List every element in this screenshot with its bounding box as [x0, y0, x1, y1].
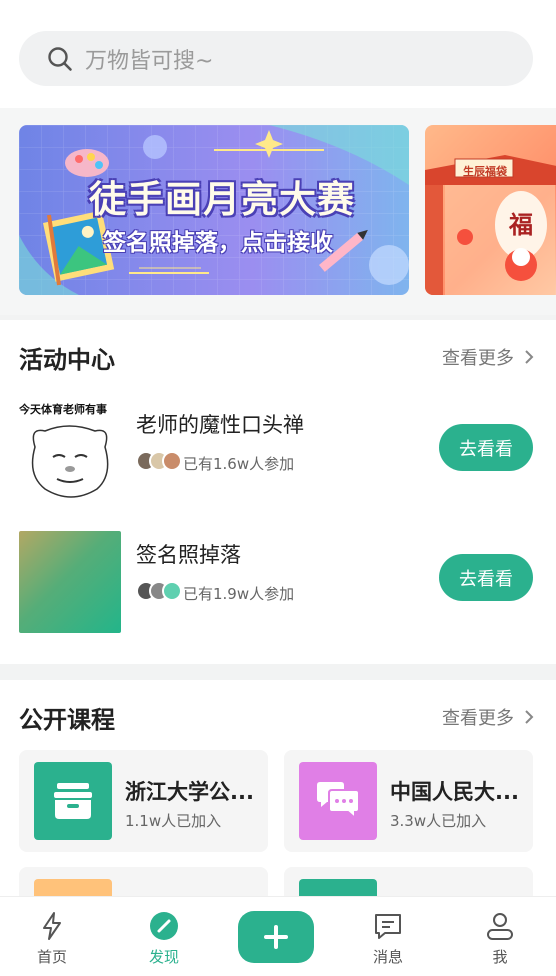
chevron-right-icon: [525, 710, 534, 724]
tab-discover[interactable]: 发现: [124, 897, 204, 976]
go-see-button[interactable]: 去看看: [439, 424, 533, 471]
tab-home[interactable]: 首页: [12, 897, 92, 976]
activity-thumbnail: 今天体育老师有事: [19, 401, 121, 503]
search-bar[interactable]: 万物皆可搜~: [19, 31, 533, 86]
banner-title: 徒手画月亮大赛: [89, 178, 355, 221]
activity-more-link[interactable]: 查看更多: [442, 344, 534, 370]
bottom-tab-bar: 首页 发现 消息 我: [0, 896, 556, 976]
thumb-caption: 今天体育老师有事: [19, 403, 107, 416]
tab-label: 发现: [148, 948, 179, 966]
activity-item-title: 签名照掉落: [136, 543, 241, 567]
user-icon: [487, 913, 513, 940]
participant-count: 已有1.9w人参加: [183, 585, 295, 603]
course-icon-bg: [34, 762, 112, 840]
course-card[interactable]: [19, 867, 268, 896]
courses-more-link[interactable]: 查看更多: [442, 704, 534, 730]
banner-carousel[interactable]: 徒手画月亮大赛 签名照掉落，点击接收 生辰福袋 福: [0, 108, 556, 315]
activity-more-label: 查看更多: [442, 348, 514, 369]
course-title: 浙江大学公...: [125, 780, 254, 804]
participant-count: 已有1.6w人参加: [183, 455, 295, 473]
search-icon: [48, 46, 72, 71]
app-screen: 万物皆可搜~ 徒手画月亮大赛 签名照掉落，点击接收 生辰福袋 福 活动中心 查看…: [0, 0, 556, 976]
chevron-right-icon: [525, 350, 534, 364]
activity-item-title: 老师的魔性口头禅: [136, 413, 304, 437]
plus-icon: [264, 925, 288, 949]
banner-subtitle: 签名照掉落，点击接收: [103, 230, 333, 256]
lightning-icon: [43, 912, 61, 940]
avatar: [162, 451, 182, 471]
activity-item[interactable]: 签名照掉落 已有1.9w人参加 去看看: [19, 531, 533, 633]
course-icon-bg: [34, 879, 112, 896]
activity-item[interactable]: 今天体育老师有事 老师的魔性口头禅 已有1.6w人参加 去看看: [19, 401, 533, 503]
tab-me[interactable]: 我: [460, 897, 540, 976]
participant-avatars: [136, 581, 182, 601]
activity-thumbnail: [19, 531, 121, 633]
meme-face-icon: [31, 425, 109, 498]
go-see-button[interactable]: 去看看: [439, 554, 533, 601]
banner-fortune-sign: 生辰福袋: [463, 165, 507, 178]
create-button[interactable]: [238, 911, 314, 963]
course-icon-bg: [299, 879, 377, 896]
tab-messages[interactable]: 消息: [348, 897, 428, 976]
course-icon-bg: [299, 762, 377, 840]
courses-title: 公开课程: [19, 706, 115, 734]
participant-avatars: [136, 451, 182, 471]
course-joined-count: 3.3w人已加入: [390, 812, 487, 830]
activity-section: 活动中心 查看更多 今天体育老师有事 老师的魔性口头禅 已有1.6w人参加 去看…: [0, 320, 556, 664]
banner-fortune-art: [425, 155, 556, 295]
message-icon: [375, 914, 401, 939]
tab-label: 消息: [372, 948, 403, 966]
courses-section: 公开课程 查看更多 浙江大学公... 1.1w人已加入 中国人民大... 3.3…: [0, 680, 556, 896]
courses-more-label: 查看更多: [442, 708, 514, 729]
activity-title: 活动中心: [19, 346, 115, 374]
course-card[interactable]: [284, 867, 533, 896]
compass-pen-icon: [150, 912, 178, 940]
course-card[interactable]: 浙江大学公... 1.1w人已加入: [19, 750, 268, 852]
banner-fortune-char: 福: [509, 211, 533, 239]
banner-moon-contest[interactable]: 徒手画月亮大赛 签名照掉落，点击接收: [19, 125, 409, 295]
course-joined-count: 1.1w人已加入: [125, 812, 222, 830]
search-placeholder: 万物皆可搜~: [85, 48, 214, 74]
chat-bubbles-icon: [317, 782, 360, 821]
course-title: 中国人民大...: [390, 780, 519, 804]
tab-label: 首页: [36, 948, 67, 966]
banner-fortune[interactable]: 生辰福袋 福: [425, 125, 556, 295]
avatar: [162, 581, 182, 601]
archive-box-icon: [54, 783, 92, 819]
tab-label: 我: [492, 948, 508, 966]
course-card[interactable]: 中国人民大... 3.3w人已加入: [284, 750, 533, 852]
header: 万物皆可搜~: [0, 0, 556, 108]
